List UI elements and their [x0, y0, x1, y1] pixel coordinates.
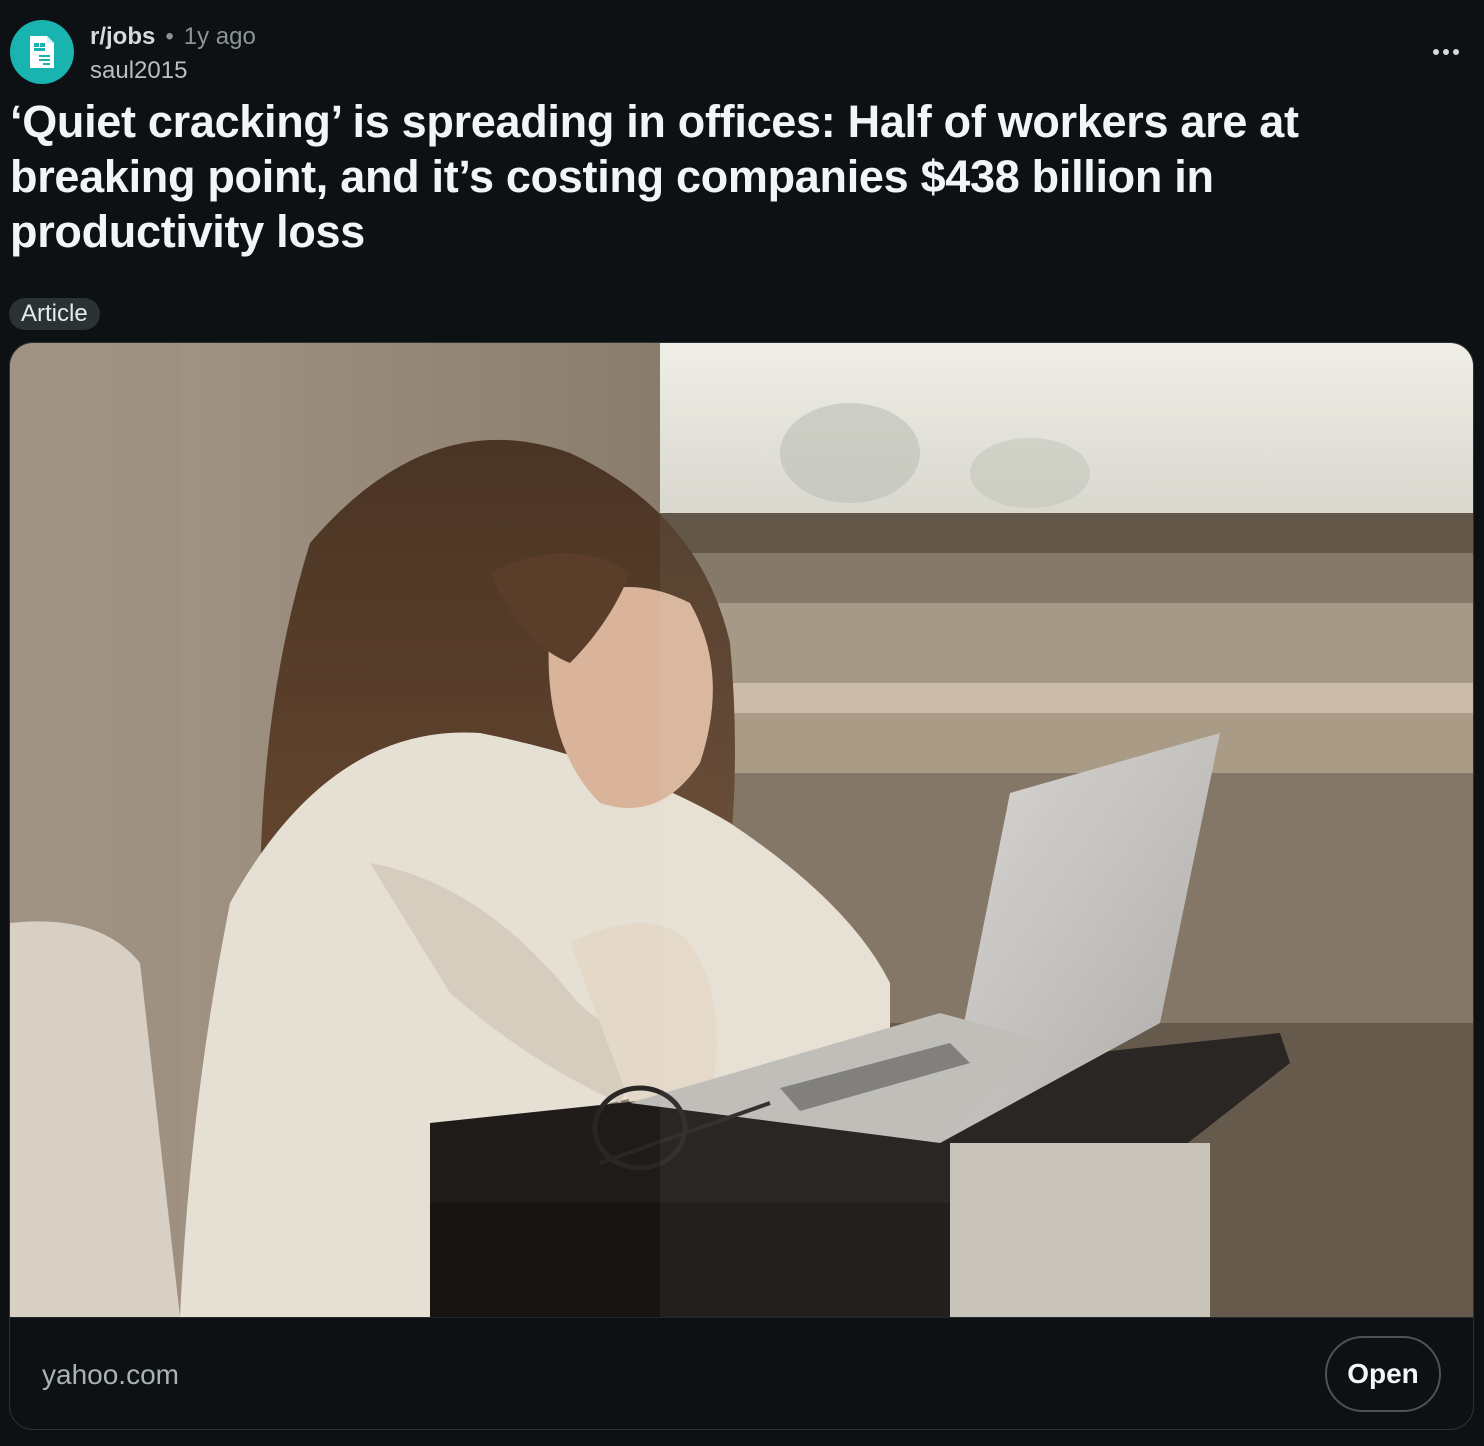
subreddit-document-icon	[30, 36, 54, 68]
post-header: r/jobs • 1y ago saul2015	[8, 20, 1476, 86]
post-title[interactable]: ‘Quiet cracking’ is spreading in offices…	[10, 94, 1450, 259]
post-flair: Article	[9, 298, 100, 330]
link-preview-card[interactable]: yahoo.com Open	[9, 342, 1474, 1430]
subreddit-avatar[interactable]	[10, 20, 74, 84]
post-time: 1y ago	[183, 23, 256, 50]
more-options-button[interactable]	[1426, 42, 1466, 62]
link-card-footer: yahoo.com Open	[10, 1317, 1473, 1429]
article-thumbnail-image[interactable]	[10, 343, 1473, 1317]
open-link-button[interactable]: Open	[1325, 1336, 1441, 1412]
meta-separator: •	[165, 23, 174, 50]
subreddit-link[interactable]: r/jobs	[90, 22, 155, 52]
more-options-icon	[1433, 49, 1459, 55]
author-link[interactable]: saul2015	[90, 56, 256, 86]
post-meta: r/jobs • 1y ago saul2015	[90, 22, 256, 86]
link-domain[interactable]: yahoo.com	[42, 1358, 179, 1392]
